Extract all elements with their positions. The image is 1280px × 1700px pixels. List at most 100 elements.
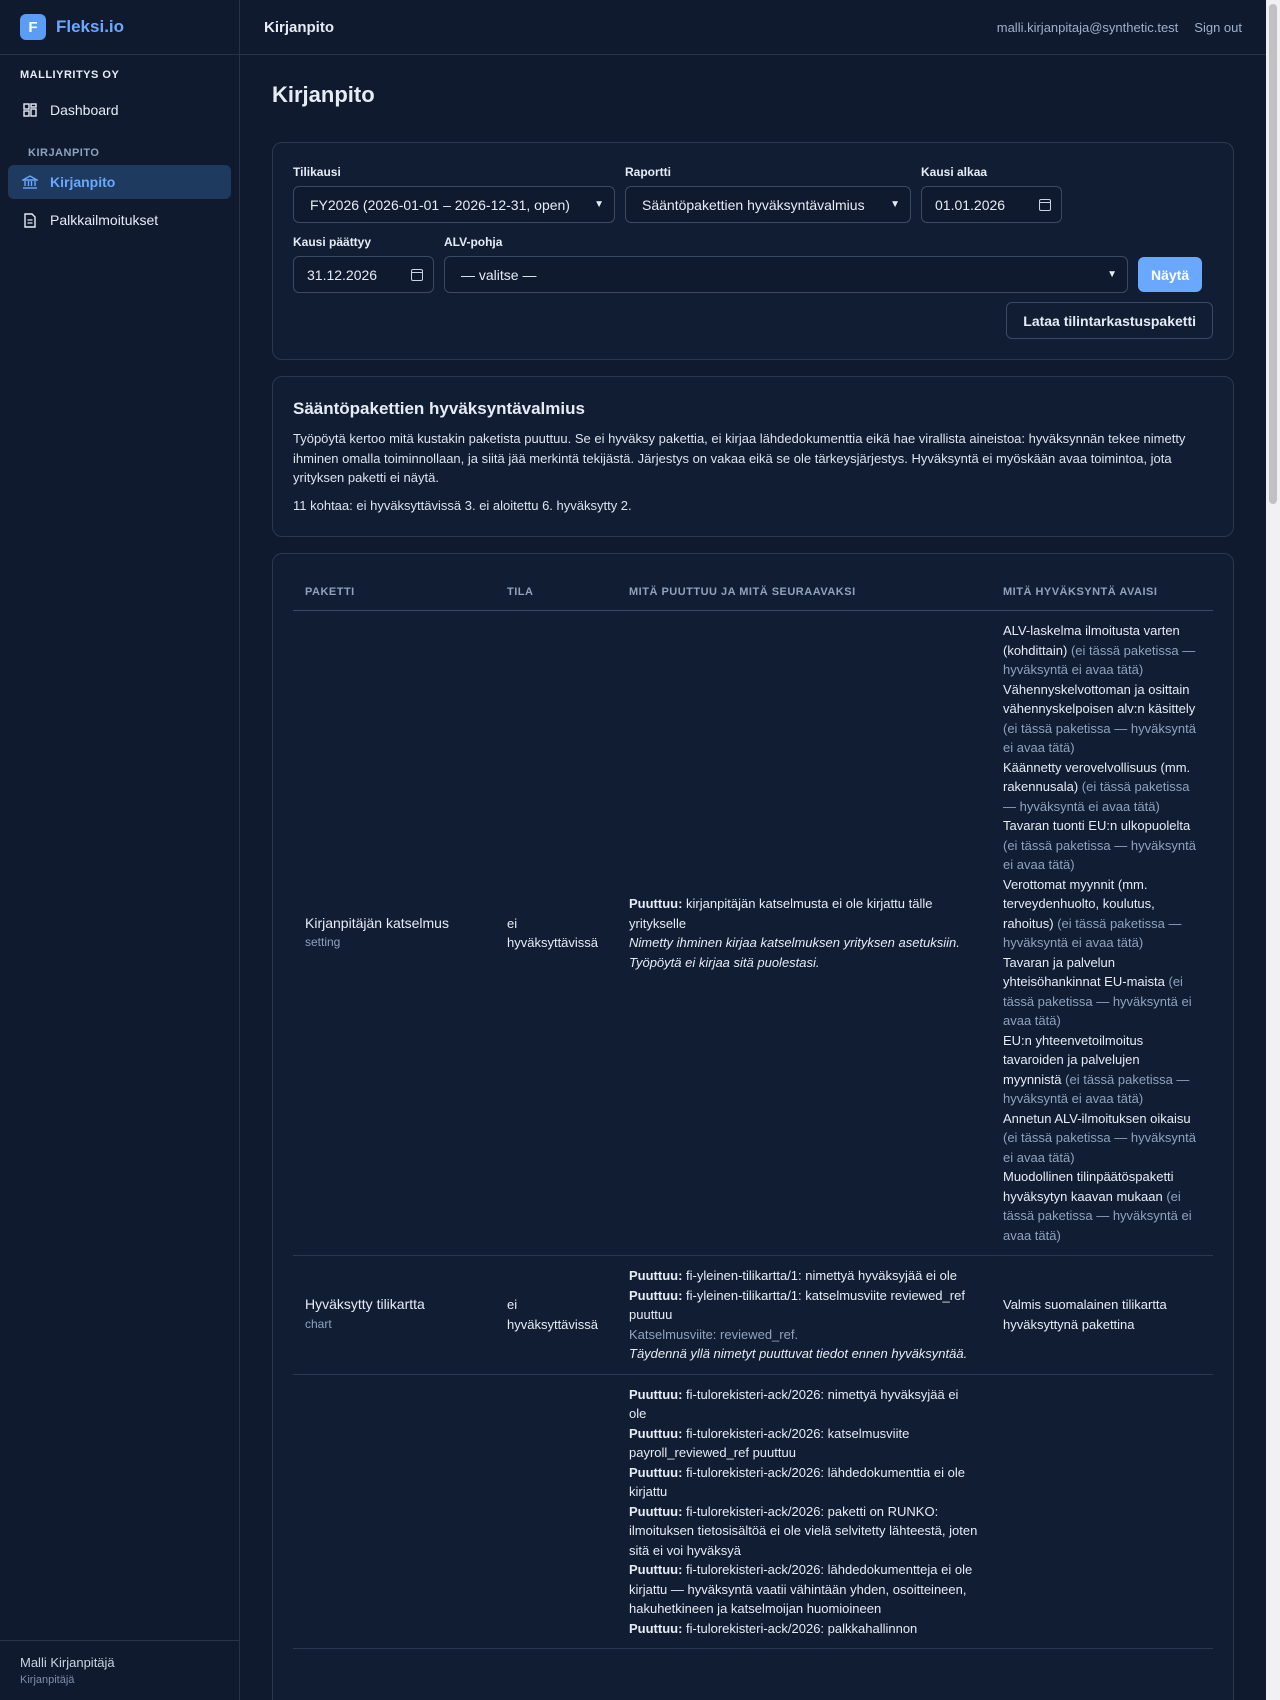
sidebar-item-label: Palkkailmoitukset (50, 212, 159, 228)
vat-label: ALV-pohja (444, 235, 503, 249)
start-label: Kausi alkaa (921, 165, 988, 179)
company-name: MALLIYRITYS OY (20, 69, 120, 81)
user-info: Malli Kirjanpitäjä Kirjanpitäjä (0, 1640, 239, 1700)
missing-item: Puuttuu: fi-tulorekisteri-ack/2026: lähd… (629, 1562, 973, 1616)
period-value: FY2026 (2026-01-01 – 2026-12-31, open) (310, 196, 570, 213)
next-step-note: Nimetty ihminen kirjaa katselmuksen yrit… (629, 935, 960, 970)
package-kind: setting (305, 935, 341, 949)
topbar-title: Kirjanpito (264, 18, 334, 36)
filters-card: Tilikausi FY2026 (2026-01-01 – 2026-12-3… (272, 142, 1234, 360)
dashboard-icon (22, 102, 38, 118)
calendar-icon[interactable] (1039, 198, 1051, 211)
download-audit-package-button[interactable]: Lataa tilintarkastuspaketti (1006, 302, 1213, 339)
sidebar-item-label: Dashboard (50, 102, 119, 118)
sidebar-item-palkkailmoitukset[interactable]: Palkkailmoitukset (8, 203, 231, 237)
info-card: Sääntöpakettien hyväksyntävalmius Työpöy… (272, 376, 1234, 537)
chevron-down-icon: ▼ (594, 199, 604, 210)
sidebar-item-label: Kirjanpito (50, 174, 116, 190)
start-date-input[interactable]: 01.01.2026 (921, 186, 1062, 223)
column-header: MITÄ HYVÄKSYNTÄ AVAISI (991, 574, 1213, 611)
page-title: Kirjanpito (272, 82, 375, 107)
package-cell (293, 1374, 495, 1649)
missing-cell: Puuttuu: fi-yleinen-tilikartta/1: nimett… (617, 1255, 991, 1375)
bank-icon (22, 174, 38, 190)
missing-item: Puuttuu: fi-tulorekisteri-ack/2026: lähd… (629, 1464, 965, 1500)
chevron-down-icon: ▼ (1107, 269, 1117, 280)
info-summary: 11 kohtaa: ei hyväksyttävissä 3. ei aloi… (293, 497, 632, 513)
column-header: TILA (495, 574, 617, 611)
user-name: Malli Kirjanpitäjä (20, 1655, 115, 1670)
show-button[interactable]: Näytä (1138, 257, 1203, 292)
missing-item: Puuttuu: fi-yleinen-tilikartta/1: nimett… (629, 1268, 957, 1283)
vat-value: — valitse — (461, 266, 537, 283)
report-select[interactable]: Sääntöpakettien hyväksyntävalmius ▼ (625, 186, 911, 223)
table-row: Puuttuu: fi-tulorekisteri-ack/2026: nime… (293, 1374, 1213, 1649)
end-date-input[interactable]: 31.12.2026 (293, 256, 434, 293)
readiness-table: PAKETTI TILA MITÄ PUUTTUU JA MITÄ SEURAA… (293, 574, 1213, 1649)
chevron-down-icon: ▼ (890, 199, 900, 210)
brand-name: Fleksi.io (56, 17, 125, 36)
vat-select[interactable]: — valitse — ▼ (444, 256, 1128, 293)
brand-logo-icon: F (20, 14, 46, 40)
missing-item: Puuttuu: fi-tulorekisteri-ack/2026: pake… (629, 1503, 978, 1558)
opens-item: Muodollinen tilinpäätöspaketti hyväksyty… (1003, 1169, 1192, 1243)
opens-item: Annetun ALV-ilmoituksen oikaisu (ei täss… (1003, 1110, 1196, 1165)
report-value: Sääntöpakettien hyväksyntävalmius (642, 196, 865, 213)
missing-cell: Puuttuu: kirjanpitäjän katselmusta ei ol… (617, 610, 991, 1256)
missing-item: Puuttuu: fi-tulorekisteri-ack/2026: kats… (629, 1425, 910, 1461)
missing-item: Puuttuu: fi-tulorekisteri-ack/2026: palk… (629, 1620, 918, 1636)
scrollbar[interactable] (1266, 0, 1280, 1700)
next-step-note: Täydennä yllä nimetyt puuttuvat tiedot e… (629, 1346, 968, 1361)
info-description: Työpöytä kertoo mitä kustakin paketista … (293, 431, 1186, 485)
opens-cell (991, 1374, 1213, 1649)
table-row: Kirjanpitäjän katselmus setting ei hyväk… (293, 610, 1213, 1256)
opens-item: ALV-laskelma ilmoitusta varten (kohditta… (1003, 623, 1196, 677)
opens-item: Verottomat myynnit (mm. terveydenhuolto,… (1003, 876, 1182, 951)
calendar-icon[interactable] (411, 268, 423, 281)
missing-cell: Puuttuu: fi-tulorekisteri-ack/2026: nime… (617, 1374, 991, 1649)
opens-item: Käännetty verovelvollisuus (mm. rakennus… (1003, 759, 1191, 814)
user-email: malli.kirjanpitaja@synthetic.test (996, 19, 1179, 35)
topbar: Kirjanpito malli.kirjanpitaja@synthetic.… (240, 0, 1266, 55)
start-date-value: 01.01.2026 (935, 196, 1006, 213)
table-header-row: PAKETTI TILA MITÄ PUUTTUU JA MITÄ SEURAA… (293, 574, 1213, 611)
main-content: Kirjanpito Tilikausi FY2026 (2026-01-01 … (272, 55, 1234, 1700)
sidebar: F Fleksi.io MALLIYRITYS OY Dashboard KIR… (0, 0, 240, 1700)
nav-section-label: KIRJANPITO (28, 147, 100, 159)
end-date-value: 31.12.2026 (307, 266, 378, 283)
missing-item: Puuttuu: fi-tulorekisteri-ack/2026: nime… (629, 1386, 959, 1422)
opens-item: Vähennyskelvottoman ja osittain vähennys… (1003, 681, 1196, 756)
opens-cell: ALV-laskelma ilmoitusta varten (kohditta… (991, 610, 1213, 1256)
scrollbar-thumb[interactable] (1269, 4, 1277, 504)
info-title: Sääntöpakettien hyväksyntävalmius (293, 399, 585, 418)
package-cell: Hyväksytty tilikartta chart (293, 1255, 495, 1375)
document-icon (22, 212, 38, 228)
opens-cell: Valmis suomalainen tilikartta hyväksytty… (991, 1255, 1213, 1375)
sign-out-link[interactable]: Sign out (1194, 20, 1242, 35)
opens-item: EU:n yhteenvetoilmoitus tavaroiden ja pa… (1003, 1032, 1190, 1107)
review-ref: Katselmusviite: reviewed_ref. (629, 1326, 799, 1342)
sidebar-item-dashboard[interactable]: Dashboard (8, 93, 231, 127)
opens-item: Tavaran ja palvelun yhteisöhankinnat EU-… (1003, 954, 1192, 1029)
status-cell (495, 1374, 617, 1649)
missing-item: Puuttuu: fi-yleinen-tilikartta/1: katsel… (629, 1287, 965, 1323)
table-row: Hyväksytty tilikartta chart ei hyväksytt… (293, 1255, 1213, 1375)
period-label: Tilikausi (293, 165, 341, 179)
package-kind: chart (305, 1316, 332, 1331)
status-cell: ei hyväksyttävissä (495, 610, 617, 1256)
status-cell: ei hyväksyttävissä (495, 1255, 617, 1375)
period-select[interactable]: FY2026 (2026-01-01 – 2026-12-31, open) ▼ (293, 186, 615, 223)
column-header: MITÄ PUUTTUU JA MITÄ SEURAAVAKSI (617, 574, 991, 611)
package-cell: Kirjanpitäjän katselmus setting (293, 610, 495, 1256)
missing-item: Puuttuu: kirjanpitäjän katselmusta ei ol… (629, 896, 933, 931)
package-name: Hyväksytty tilikartta (305, 1296, 425, 1313)
opens-item: Tavaran tuonti EU:n ulkopuolelta (ei täs… (1003, 818, 1196, 872)
column-header: PAKETTI (293, 574, 495, 611)
package-name: Kirjanpitäjän katselmus (305, 914, 449, 931)
user-role: Kirjanpitäjä (20, 1674, 75, 1686)
brand[interactable]: F Fleksi.io (0, 0, 239, 55)
sidebar-item-kirjanpito[interactable]: Kirjanpito (8, 165, 231, 199)
end-label: Kausi päättyy (293, 235, 372, 249)
report-label: Raportti (625, 165, 671, 179)
readiness-table-card: PAKETTI TILA MITÄ PUUTTUU JA MITÄ SEURAA… (272, 553, 1234, 1700)
